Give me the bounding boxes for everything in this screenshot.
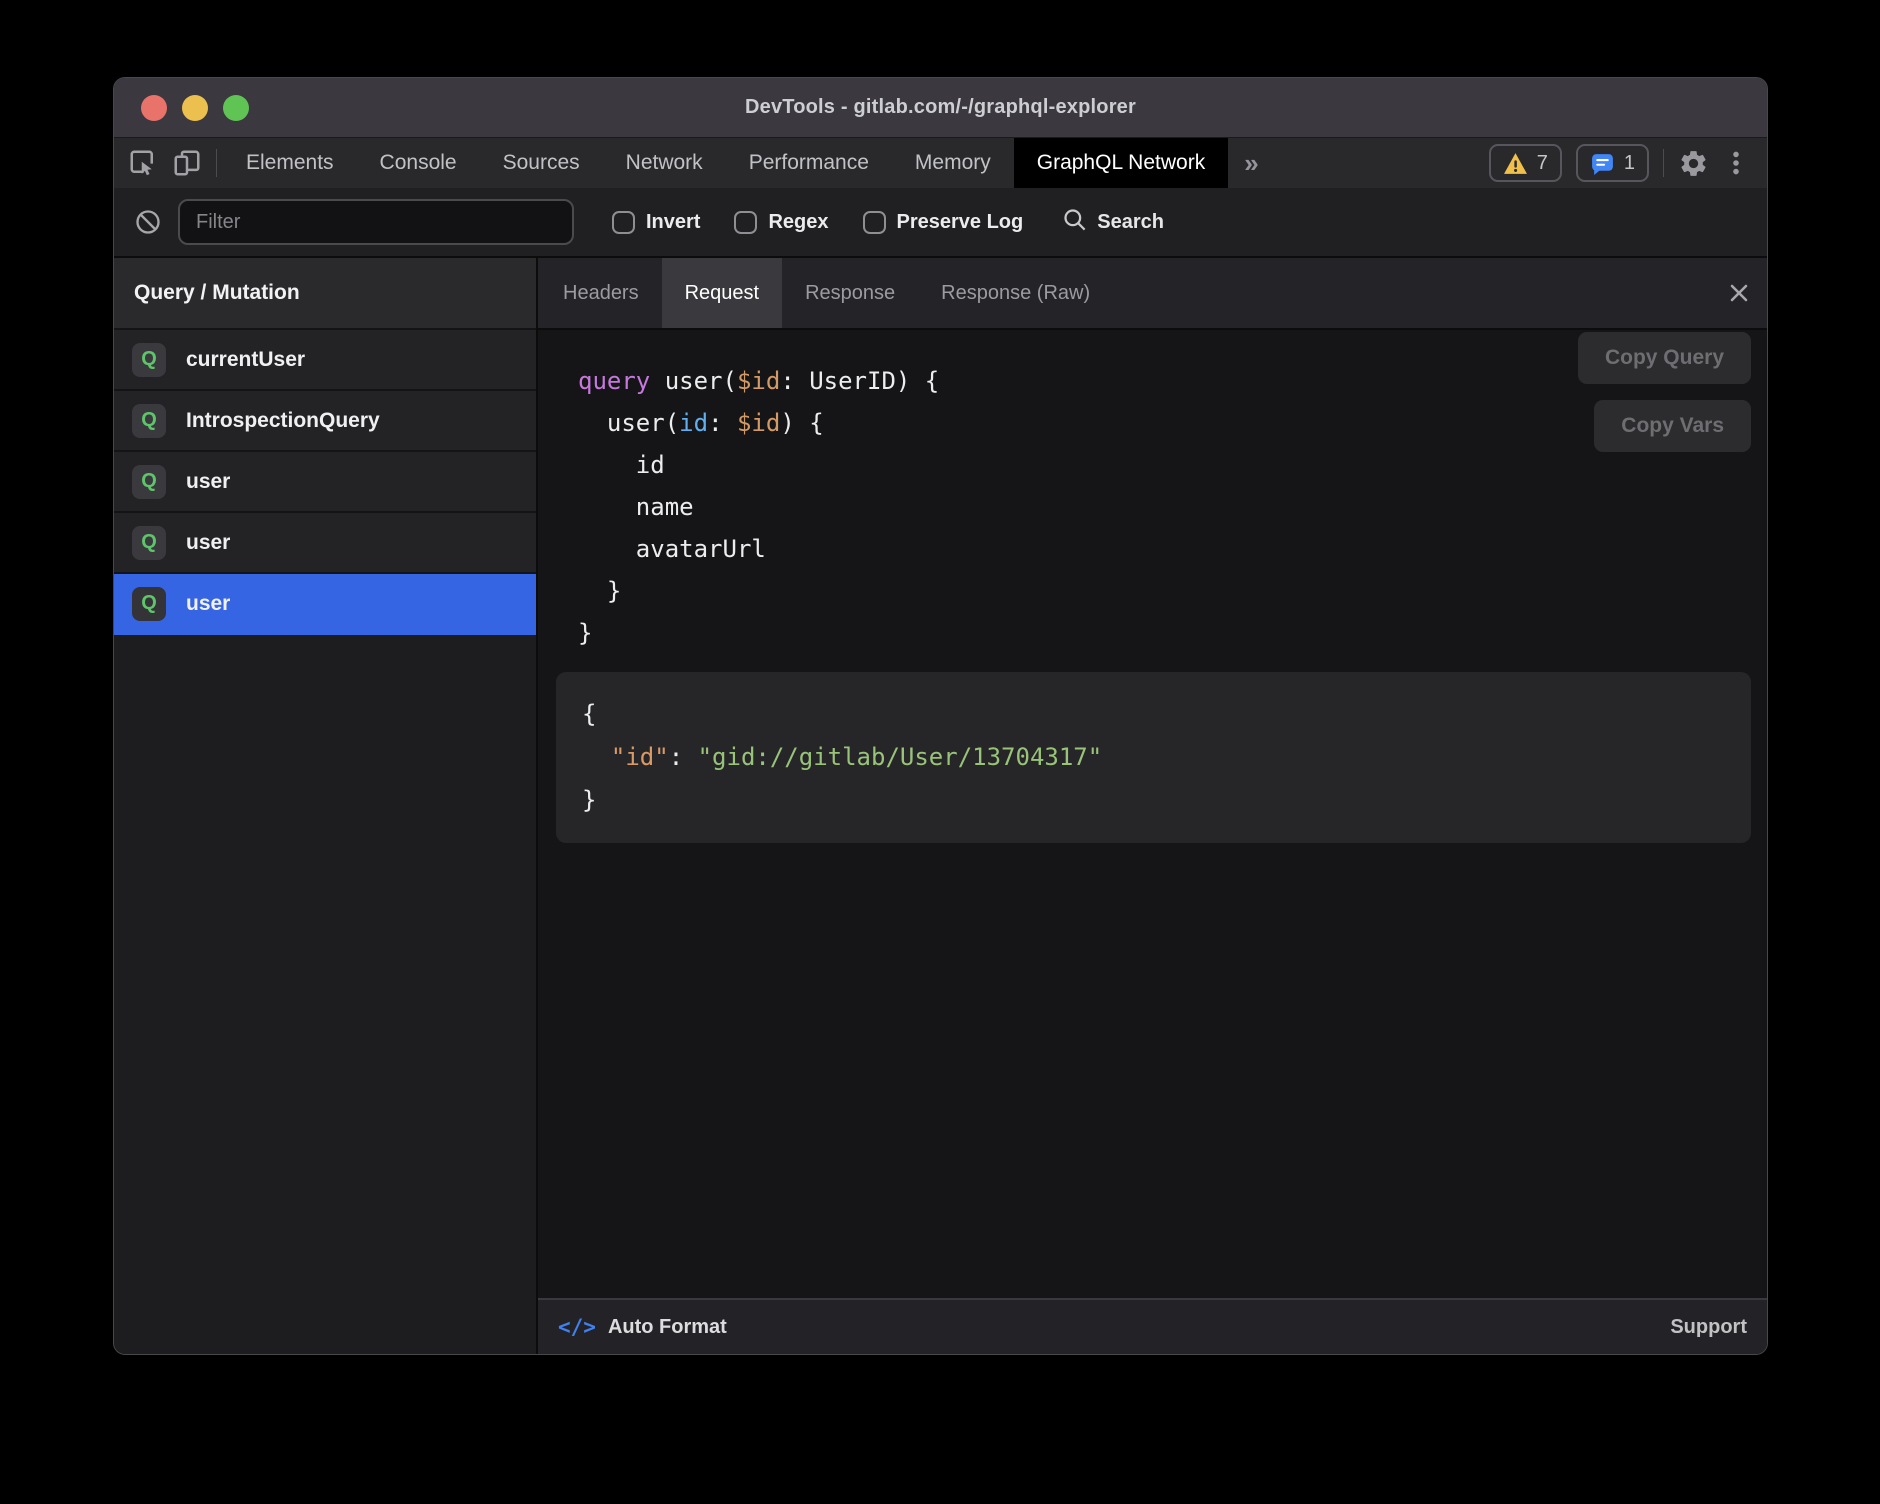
request-view: Copy Query Copy Vars query user($id: Use… xyxy=(538,330,1767,1298)
query-list: QcurrentUserQIntrospectionQueryQuserQuse… xyxy=(114,330,536,1354)
query-sidebar: Query / Mutation QcurrentUserQIntrospect… xyxy=(114,258,538,1354)
message-count: 1 xyxy=(1624,152,1635,175)
warning-triangle-icon xyxy=(1503,152,1528,175)
checkbox-label: Invert xyxy=(646,211,700,234)
tab-console[interactable]: Console xyxy=(357,138,480,188)
query-type-badge: Q xyxy=(132,587,166,621)
chat-bubble-icon xyxy=(1590,151,1615,176)
detail-panel: HeadersRequestResponseResponse (Raw) Cop… xyxy=(538,258,1767,1354)
query-name: user xyxy=(186,531,230,555)
checkbox-icon[interactable] xyxy=(612,211,635,234)
filter-input[interactable] xyxy=(178,199,574,245)
filter-toolbar: Invert Regex Preserve Log Search xyxy=(114,188,1767,258)
detail-tab-response[interactable]: Response xyxy=(782,258,918,328)
code-line: } xyxy=(578,570,1767,612)
copy-query-button[interactable]: Copy Query xyxy=(1578,332,1751,384)
code-line: } xyxy=(578,612,1767,654)
code-line: name xyxy=(578,486,1767,528)
query-name: user xyxy=(186,592,230,616)
filter-options: Invert Regex Preserve Log xyxy=(612,211,1023,234)
detail-footer: </> Auto Format Support xyxy=(538,1298,1767,1354)
query-type-badge: Q xyxy=(132,343,166,377)
inspect-element-icon[interactable] xyxy=(128,148,158,178)
checkbox-label: Preserve Log xyxy=(897,211,1024,234)
search-label: Search xyxy=(1097,211,1164,234)
copy-buttons: Copy Query Copy Vars xyxy=(1578,332,1751,452)
search-icon xyxy=(1061,206,1088,238)
tab-graphql-network[interactable]: GraphQL Network xyxy=(1014,138,1228,188)
more-tabs-button[interactable]: » xyxy=(1228,138,1274,188)
detail-tab-response-raw[interactable]: Response (Raw) xyxy=(918,258,1113,328)
code-line: } xyxy=(582,779,1725,822)
checkbox-label: Regex xyxy=(768,211,828,234)
checkbox-invert[interactable]: Invert xyxy=(612,211,700,234)
devtools-window: DevTools - gitlab.com/-/graphql-explorer xyxy=(113,77,1768,1355)
warning-count: 7 xyxy=(1537,152,1548,175)
kebab-menu-icon[interactable] xyxy=(1723,148,1749,178)
query-list-item-user-2[interactable]: Quser xyxy=(114,452,536,513)
query-list-item-introspectionquery-1[interactable]: Q IntrospectionQuery xyxy=(114,391,536,452)
content-area: Query / Mutation QcurrentUserQIntrospect… xyxy=(114,258,1767,1354)
checkbox-regex[interactable]: Regex xyxy=(734,211,828,234)
query-type-badge: Q xyxy=(132,404,166,438)
query-name: currentUser xyxy=(186,348,305,372)
settings-gear-icon[interactable] xyxy=(1678,148,1709,179)
query-type-badge: Q xyxy=(132,526,166,560)
detail-tab-headers[interactable]: Headers xyxy=(540,258,662,328)
support-link[interactable]: Support xyxy=(1670,1316,1747,1339)
traffic-lights xyxy=(141,78,249,137)
desktop-background: DevTools - gitlab.com/-/graphql-explorer xyxy=(0,0,1880,1504)
code-brackets-icon: </> xyxy=(558,1315,596,1339)
query-list-item-user-3[interactable]: Quser xyxy=(114,513,536,574)
device-toolbar-icon[interactable] xyxy=(172,148,202,178)
checkbox-preserve-log[interactable]: Preserve Log xyxy=(863,211,1024,234)
query-list-item-currentuser-0[interactable]: QcurrentUser xyxy=(114,330,536,391)
main-tab-list: ElementsConsoleSourcesNetworkPerformance… xyxy=(223,138,1228,188)
tab-performance[interactable]: Performance xyxy=(726,138,892,188)
main-toolbar: ElementsConsoleSourcesNetworkPerformance… xyxy=(114,138,1767,188)
issues-warning-badge[interactable]: 7 xyxy=(1489,144,1562,182)
code-line: avatarUrl xyxy=(578,528,1767,570)
minimize-window-button[interactable] xyxy=(182,95,208,121)
console-messages-badge[interactable]: 1 xyxy=(1576,144,1649,182)
toolbar-divider xyxy=(1663,149,1664,177)
sidebar-header: Query / Mutation xyxy=(114,258,536,330)
copy-vars-button[interactable]: Copy Vars xyxy=(1594,400,1751,452)
toolbar-right-controls: 7 1 xyxy=(1489,138,1767,188)
search-control[interactable]: Search xyxy=(1061,206,1164,238)
tab-network[interactable]: Network xyxy=(603,138,726,188)
auto-format-button[interactable]: Auto Format xyxy=(608,1316,727,1339)
close-window-button[interactable] xyxy=(141,95,167,121)
titlebar[interactable]: DevTools - gitlab.com/-/graphql-explorer xyxy=(114,78,1767,138)
checkbox-icon[interactable] xyxy=(863,211,886,234)
query-type-badge: Q xyxy=(132,465,166,499)
query-list-item-user-4[interactable]: Quser xyxy=(114,574,536,635)
tab-memory[interactable]: Memory xyxy=(892,138,1014,188)
window-title: DevTools - gitlab.com/-/graphql-explorer xyxy=(745,96,1136,119)
query-variables-box: { "id": "gid://gitlab/User/13704317"} xyxy=(556,672,1751,843)
code-line: { xyxy=(582,693,1725,736)
detail-tab-request[interactable]: Request xyxy=(662,258,783,328)
query-name: user xyxy=(186,470,230,494)
query-name: IntrospectionQuery xyxy=(186,409,380,433)
checkbox-icon[interactable] xyxy=(734,211,757,234)
zoom-window-button[interactable] xyxy=(223,95,249,121)
toolbar-divider xyxy=(216,149,217,177)
tab-elements[interactable]: Elements xyxy=(223,138,357,188)
code-line: "id": "gid://gitlab/User/13704317" xyxy=(582,736,1725,779)
tab-sources[interactable]: Sources xyxy=(480,138,603,188)
close-icon[interactable] xyxy=(1727,258,1751,328)
toolbar-icons xyxy=(114,138,217,188)
clear-filter-icon[interactable] xyxy=(134,208,162,236)
detail-tabbar: HeadersRequestResponseResponse (Raw) xyxy=(538,258,1767,330)
detail-tab-list: HeadersRequestResponseResponse (Raw) xyxy=(540,258,1113,328)
